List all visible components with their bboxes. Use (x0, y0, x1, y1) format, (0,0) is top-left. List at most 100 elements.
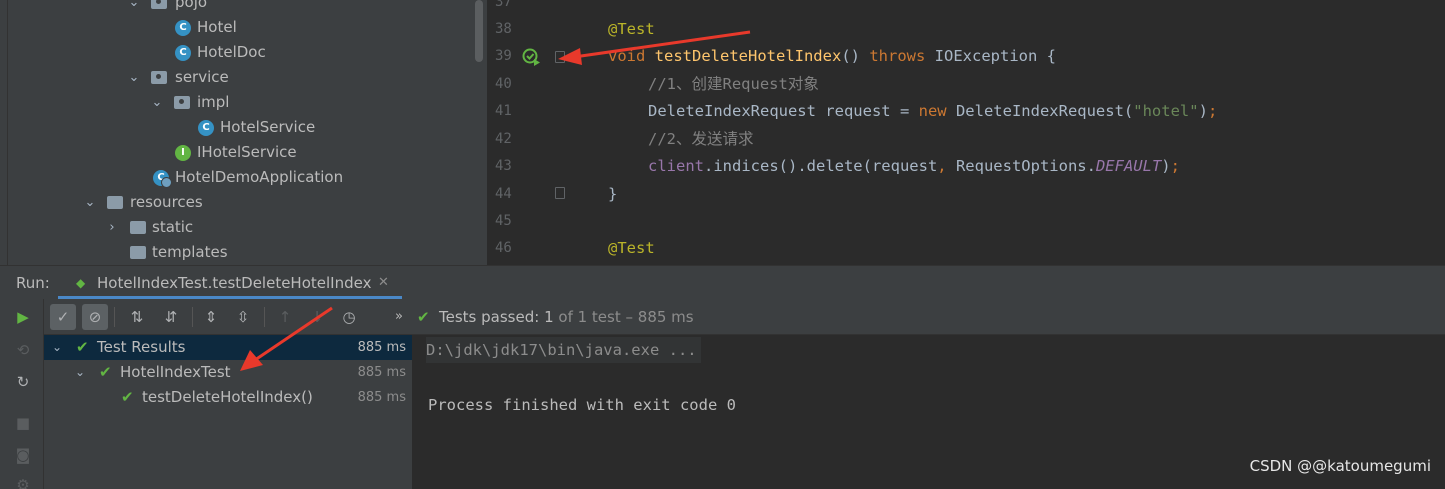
resources-folder-icon (107, 196, 123, 209)
test-duration: 885 ms (357, 365, 406, 380)
test-config-icon: ◆ (76, 276, 86, 290)
test-duration: 885 ms (357, 340, 406, 355)
test-toolbar: ✓ ⊘ ⇅ ⇵ ⇕ ⇳ ↑ ↓ ◷ (44, 299, 412, 335)
sort-by-duration-icon[interactable]: ⇵ (158, 304, 184, 330)
run-side-toolbar: ▶ ⟲ ↻ ■ ◙ ⚙ (0, 299, 44, 489)
line-number: 42 (495, 131, 512, 147)
chevron-down-icon[interactable]: ⌄ (127, 65, 141, 90)
code-line-42: //2、发送请求 (648, 126, 754, 153)
test-tree-label: testDeleteHotelIndex() (142, 388, 313, 406)
package-folder-icon (151, 71, 167, 84)
call-token: .indices().delete(request (704, 157, 938, 175)
test-tree-label: HotelIndexTest (120, 363, 231, 381)
package-folder-icon (151, 0, 167, 9)
toolbar-separator (264, 307, 265, 327)
static-field-token: DEFAULT (1095, 157, 1162, 175)
more-icon[interactable]: » (395, 299, 403, 335)
chevron-right-icon[interactable]: › (105, 215, 119, 240)
code-line-38: @Test (608, 16, 655, 43)
test-tree-row[interactable]: ⌄ ✔ HotelIndexTest 885 ms (44, 360, 412, 385)
rerun-failed-icon[interactable]: ⟲ (13, 340, 33, 360)
keyword-token: void (608, 47, 646, 65)
toolbar-separator (192, 307, 193, 327)
previous-failed-icon[interactable]: ↑ (272, 304, 298, 330)
brace-token: } (608, 185, 618, 203)
field-token: client (648, 157, 704, 175)
tree-gutter (0, 0, 8, 265)
chevron-down-icon[interactable]: ⌄ (83, 190, 97, 215)
run-test-passed-icon[interactable] (522, 47, 542, 67)
project-tree: ⌄ pojo C Hotel C HotelDoc ⌄ service ⌄ im… (0, 0, 487, 265)
test-results-tree: ⌄ ✔ Test Results 885 ms ⌄ ✔ HotelIndexTe… (44, 335, 412, 489)
test-history-icon[interactable]: ◷ (336, 304, 362, 330)
rerun-icon[interactable]: ▶ (13, 307, 33, 327)
settings-icon[interactable]: ⚙ (13, 475, 33, 489)
code-line-46: @Test (608, 235, 655, 262)
code-line-44: } (608, 181, 617, 208)
console-command-line[interactable]: D:\jdk\jdk17\bin\java.exe ... (426, 337, 701, 363)
expand-all-icon[interactable]: ⇕ (198, 304, 224, 330)
code-editor[interactable]: 37 38 39 40 41 42 43 44 45 46 @Test void… (487, 0, 1445, 265)
code-line-40: //1、创建Request对象 (648, 71, 819, 98)
line-number: 39 (495, 48, 512, 64)
line-number: 44 (495, 186, 512, 202)
test-duration: 885 ms (357, 390, 406, 405)
fold-marker-icon[interactable] (555, 51, 565, 63)
class-ref-token: RequestOptions. (946, 157, 1096, 175)
tree-scrollbar[interactable] (475, 0, 483, 62)
next-failed-icon[interactable]: ↓ (304, 304, 330, 330)
string-token: "hotel" (1133, 102, 1199, 120)
chevron-down-icon[interactable]: ⌄ (150, 90, 164, 115)
keyword-token: throws (869, 47, 926, 65)
passed-check-icon: ✔ (99, 363, 112, 381)
run-tab[interactable]: ◆ HotelIndexTest.testDeleteHotelIndex ✕ (58, 266, 402, 300)
package-folder-icon (174, 96, 190, 109)
chevron-down-icon[interactable]: ⌄ (52, 335, 62, 360)
collapse-all-icon[interactable]: ⇳ (230, 304, 256, 330)
fold-marker-icon[interactable] (555, 187, 565, 199)
status-count: 1 (544, 308, 554, 326)
close-icon[interactable]: ✕ (378, 266, 389, 300)
line-number: 43 (495, 158, 512, 174)
toggle-auto-test-icon[interactable]: ↻ (13, 372, 33, 392)
run-tab-label: HotelIndexTest.testDeleteHotelIndex (97, 274, 372, 292)
keyword-token: new (918, 102, 947, 120)
paren-token: ) (1161, 157, 1171, 175)
code-line-39: void testDeleteHotelIndex() throws IOExc… (608, 43, 1056, 70)
passed-check-icon: ✔ (417, 308, 430, 326)
passed-check-icon: ✔ (76, 338, 89, 356)
constructor-token: DeleteIndexRequest( (946, 102, 1134, 120)
console-exit-message: Process finished with exit code 0 (428, 396, 736, 414)
show-ignored-icon[interactable]: ⊘ (82, 304, 108, 330)
test-tree-row[interactable]: ⌄ ✔ Test Results 885 ms (44, 335, 412, 360)
code-line-43: client.indices().delete(request, Request… (648, 153, 1180, 180)
line-number: 38 (495, 21, 512, 37)
line-number: 46 (495, 240, 512, 256)
line-number: 45 (495, 213, 512, 229)
console-status-bar: » ✔ Tests passed: 1 of 1 test – 885 ms (395, 299, 1445, 335)
show-passed-icon[interactable]: ✓ (50, 304, 76, 330)
class-icon: C (175, 45, 191, 61)
line-number: 37 (495, 0, 512, 10)
chevron-down-icon[interactable]: ⌄ (75, 360, 85, 385)
annotation-token: @Test (608, 239, 655, 257)
status-detail: of 1 test – 885 ms (558, 308, 694, 326)
method-name-token: testDeleteHotelIndex (654, 47, 842, 65)
stop-icon[interactable]: ■ (13, 413, 33, 433)
toolbar-separator (114, 307, 115, 327)
test-status-text: Tests passed: 1 of 1 test – 885 ms (439, 299, 694, 335)
test-tree-row[interactable]: ✔ testDeleteHotelIndex() 885 ms (44, 385, 412, 410)
annotation-token: @Test (608, 20, 655, 38)
line-number: 41 (495, 103, 512, 119)
camera-icon[interactable]: ◙ (13, 445, 33, 465)
parens-token: () (841, 47, 860, 65)
passed-check-icon: ✔ (121, 388, 134, 406)
watermark: CSDN @@katoumegumi (1249, 457, 1431, 475)
line-number: 40 (495, 76, 512, 92)
class-icon: C (175, 20, 191, 36)
code-line-41: DeleteIndexRequest request = new DeleteI… (648, 98, 1217, 125)
comment-token: //1、创建Request对象 (648, 75, 819, 93)
chevron-down-icon[interactable]: ⌄ (127, 0, 141, 15)
status-prefix: Tests passed: (439, 308, 540, 326)
sort-alphabetically-icon[interactable]: ⇅ (124, 304, 150, 330)
